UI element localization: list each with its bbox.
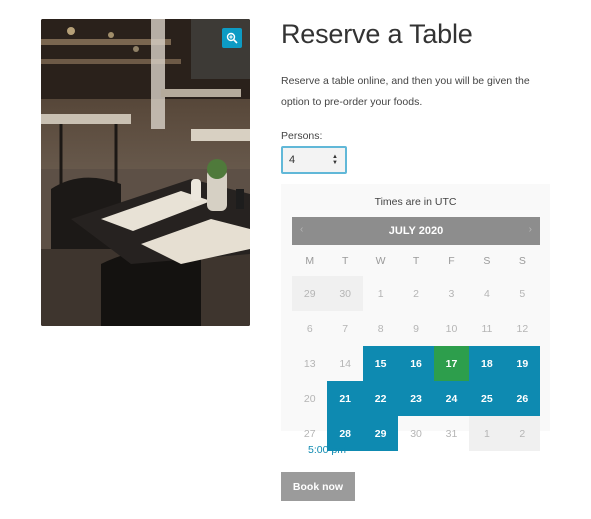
calendar-day[interactable]: 25 xyxy=(469,381,505,416)
calendar-day[interactable]: 15 xyxy=(362,346,399,381)
calendar-day: 5 xyxy=(519,287,526,300)
calendar-day[interactable]: 23 xyxy=(398,381,434,416)
calendar-day: 31 xyxy=(445,427,458,440)
zoom-in-icon xyxy=(226,32,238,44)
weekday-label: W xyxy=(375,255,386,267)
persons-label: Persons: xyxy=(281,130,323,142)
month-label: JULY 2020 xyxy=(388,225,444,237)
calendar-day: 30 xyxy=(410,427,422,440)
calendar-day[interactable]: 29 xyxy=(362,416,399,451)
next-month-button[interactable]: › xyxy=(529,224,532,235)
product-description: Reserve a table online, and then you wil… xyxy=(281,75,530,108)
calendar-day[interactable]: 18 xyxy=(469,346,505,381)
calendar-day: 9 xyxy=(413,322,419,335)
calendar-day: 30 xyxy=(327,276,363,311)
zoom-button[interactable] xyxy=(222,28,242,48)
calendar-day-selected[interactable]: 17 xyxy=(433,346,470,381)
product-title: Reserve a Table xyxy=(281,19,473,49)
calendar-day[interactable]: 21 xyxy=(327,381,363,416)
time-slot[interactable]: 5:00 pm xyxy=(308,444,346,456)
calendar-day: 13 xyxy=(303,357,316,370)
book-now-button[interactable]: Book now xyxy=(281,472,355,501)
calendar-day: 1 xyxy=(377,287,384,300)
calendar-day: 6 xyxy=(306,322,313,335)
calendar-day: 11 xyxy=(481,322,493,335)
calendar-day[interactable]: 24 xyxy=(433,381,470,416)
persons-input[interactable]: 4 ▲ ▼ xyxy=(281,146,347,174)
booking-calendar: Times are in UTC ‹ JULY 2020 › M T W T F S S 29… xyxy=(281,184,550,451)
weekday-label: T xyxy=(341,255,349,267)
calendar-day: 2 xyxy=(504,416,541,451)
calendar-header: ‹ JULY 2020 › xyxy=(292,217,540,245)
calendar-day: 1 xyxy=(469,416,505,451)
weekday-label: T xyxy=(412,255,420,267)
calendar-day: 8 xyxy=(377,322,384,335)
calendar-day[interactable]: 16 xyxy=(398,346,434,381)
calendar-day: 20 xyxy=(303,392,316,405)
weekday-label: F xyxy=(448,255,455,267)
prev-month-button[interactable]: ‹ xyxy=(300,224,303,235)
weekday-label: M xyxy=(305,255,315,267)
restaurant-photo xyxy=(41,19,250,326)
weekday-label: S xyxy=(518,255,526,267)
weekday-label: S xyxy=(483,255,491,267)
quantity-stepper[interactable]: ▲ ▼ xyxy=(331,154,339,166)
calendar-day[interactable]: 22 xyxy=(362,381,399,416)
calendar-day: 3 xyxy=(448,287,455,300)
calendar-day: 7 xyxy=(342,322,349,335)
product-image[interactable] xyxy=(41,19,250,326)
timezone-note: Times are in UTC xyxy=(374,196,457,208)
calendar-day: 2 xyxy=(413,287,419,300)
persons-value: 4 xyxy=(289,154,296,166)
calendar-day[interactable]: 19 xyxy=(504,346,541,381)
calendar-day[interactable]: 26 xyxy=(504,381,541,416)
calendar-day: 14 xyxy=(339,357,352,370)
calendar-day: 10 xyxy=(445,322,458,335)
calendar-day: 4 xyxy=(483,287,490,300)
stepper-down-icon[interactable]: ▼ xyxy=(332,160,338,166)
calendar-day: 29 xyxy=(292,276,328,311)
calendar-day: 12 xyxy=(516,322,529,335)
